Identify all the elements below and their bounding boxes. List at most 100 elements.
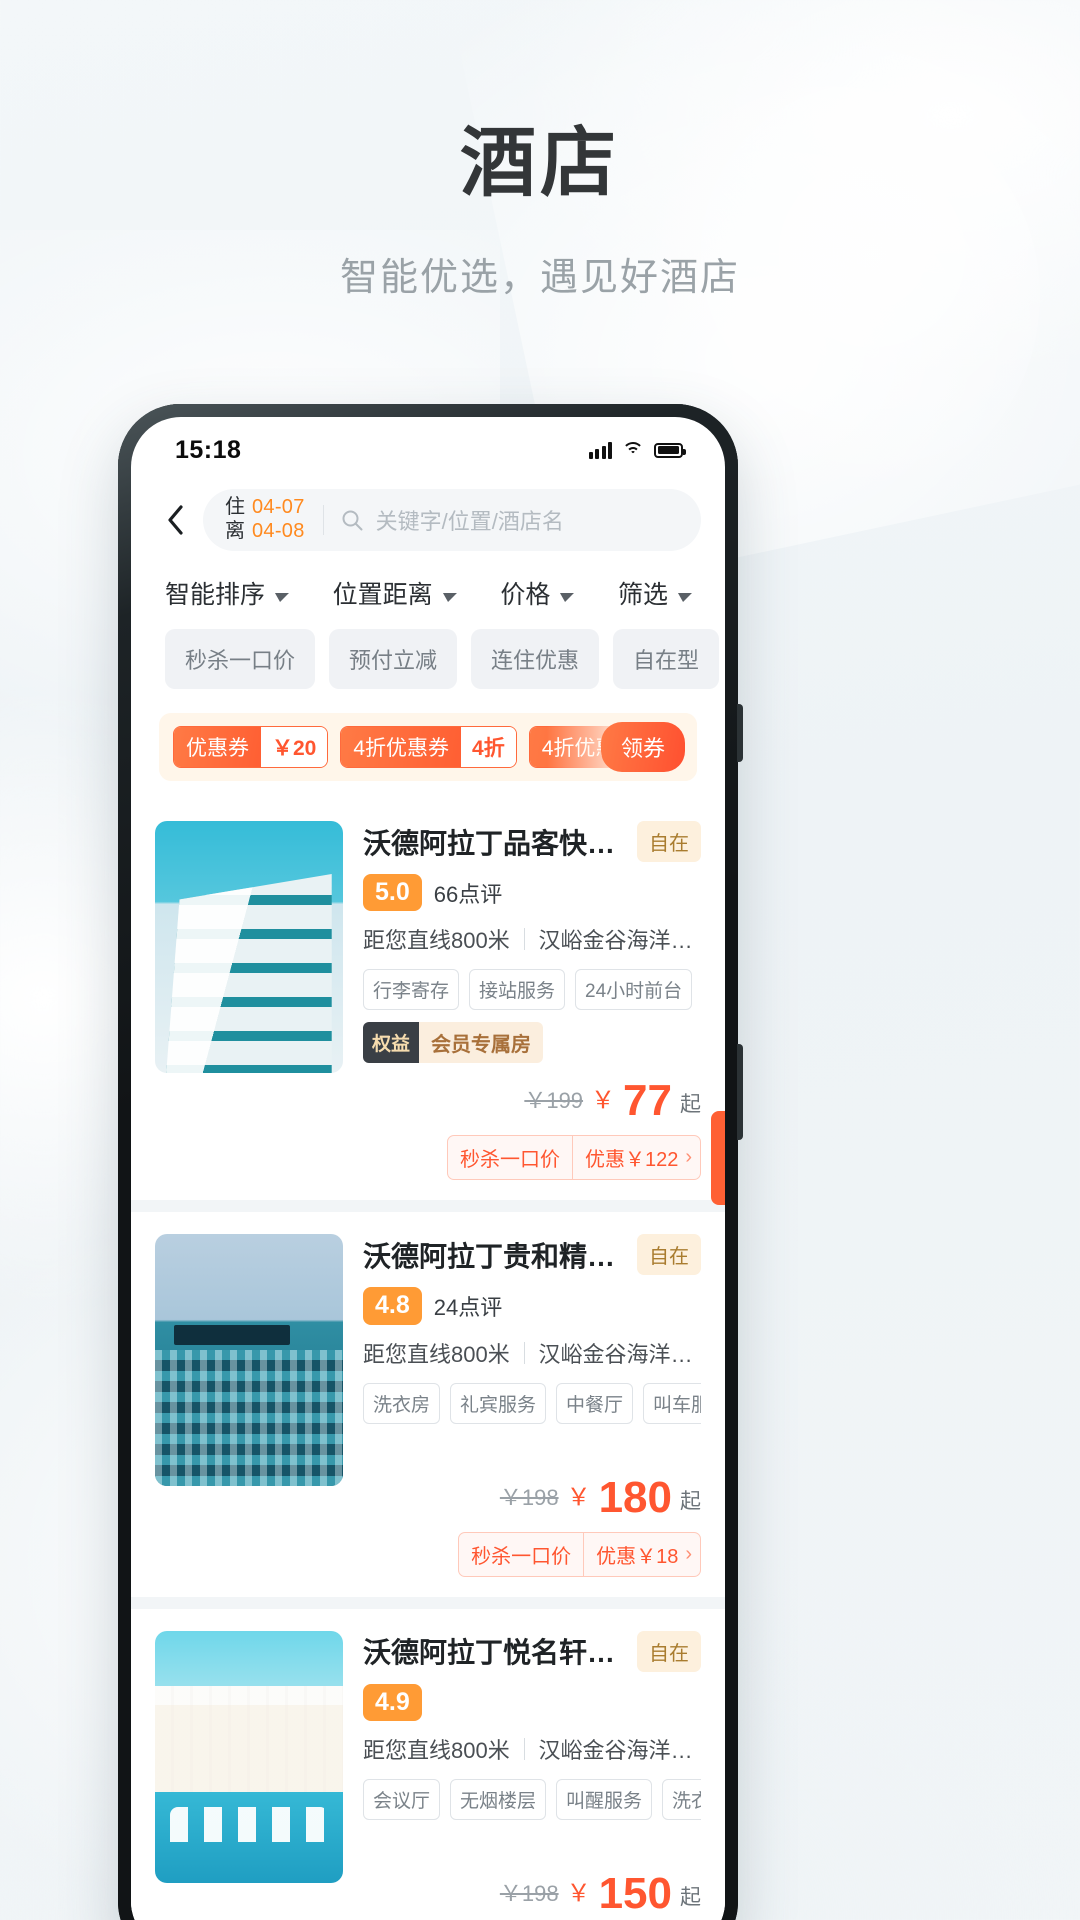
checkout-row: 离 04-08 bbox=[225, 520, 305, 544]
checkout-label: 离 bbox=[225, 520, 245, 542]
hotel-score-row: 4.8 24点评 bbox=[363, 1287, 701, 1325]
hotel-currency: ￥ bbox=[566, 1483, 591, 1511]
hotel-promo-row[interactable]: 秒杀一口价 优惠￥18 › bbox=[363, 1531, 701, 1577]
chevron-right-icon: › bbox=[685, 1542, 692, 1565]
hotel-score: 4.8 bbox=[363, 1287, 422, 1325]
hotel-perk-value: 会员专属房 bbox=[419, 1022, 544, 1064]
hotel-name[interactable]: 沃德阿拉丁品客快捷酒店 bbox=[363, 822, 625, 862]
signal-bars-icon bbox=[588, 441, 612, 459]
search-pill[interactable]: 住 04-07 离 04-08 关键字/位置/酒店名 bbox=[203, 489, 701, 551]
checkin-label: 住 bbox=[225, 496, 245, 519]
hotel-thumbnail[interactable] bbox=[155, 1630, 343, 1883]
hotel-name[interactable]: 沃德阿拉丁贵和精品酒店 bbox=[363, 1235, 625, 1275]
date-range-selector[interactable]: 住 04-07 离 04-08 bbox=[225, 496, 305, 543]
umbrella-row-decoration bbox=[170, 1806, 328, 1843]
filter-tab-price-label: 价格 bbox=[500, 581, 551, 609]
hotel-promo-row[interactable]: 秒杀一口价 优惠￥122 › bbox=[363, 1135, 701, 1181]
hotel-reviews: 66点评 bbox=[433, 881, 503, 907]
hotel-promo-left: 秒杀一口价 bbox=[471, 1545, 572, 1568]
distance-divider bbox=[523, 1737, 525, 1760]
hotel-card[interactable]: 沃德阿拉丁悦名轩酒店 自在 4.9 距您直线800米 汉峪金谷海洋大厦... 会… bbox=[131, 1608, 725, 1920]
filter-tab-filters-label: 筛选 bbox=[617, 581, 668, 609]
hotel-info: 沃德阿拉丁悦名轩酒店 自在 4.9 距您直线800米 汉峪金谷海洋大厦... 会… bbox=[363, 1630, 701, 1920]
quick-chip[interactable]: 秒杀一口价 bbox=[165, 629, 316, 689]
hotel-name[interactable]: 沃德阿拉丁悦名轩酒店 bbox=[363, 1631, 625, 1671]
hotel-old-price: ￥198 bbox=[499, 1484, 559, 1510]
hotel-name-row: 沃德阿拉丁品客快捷酒店 自在 bbox=[363, 821, 701, 862]
hotel-promo-left: 秒杀一口价 bbox=[459, 1149, 560, 1172]
hotel-list: 沃德阿拉丁品客快捷酒店 自在 5.0 66点评 距您直线800米 汉峪金谷海洋大… bbox=[131, 799, 725, 1920]
hotel-currency: ￥ bbox=[591, 1087, 616, 1115]
phone-mockup: 15:18 住 04-07 离 04-08 关键字/位置/酒店名 智能排序 位置… bbox=[118, 404, 743, 1920]
hotel-score: 5.0 bbox=[363, 874, 422, 912]
quick-chip[interactable]: 连住优惠 bbox=[471, 629, 600, 689]
chevron-right-icon: › bbox=[685, 1146, 692, 1169]
hotel-tag-row: 行李寄存 接站服务 24小时前台 自助入住机 bbox=[363, 969, 701, 1011]
hotel-card[interactable]: 沃德阿拉丁贵和精品酒店 自在 4.8 24点评 距您直线800米 汉峪金谷海洋大… bbox=[131, 1212, 725, 1597]
hotel-promo-box[interactable]: 秒杀一口价 优惠￥122 › bbox=[446, 1135, 701, 1181]
coupon-bar[interactable]: 优惠券 ￥20 4折优惠券 4折 4折优惠券 4折 领券 bbox=[159, 713, 697, 781]
coupon-item[interactable]: 优惠券 ￥20 bbox=[173, 726, 329, 768]
hotel-price: 77 bbox=[623, 1076, 672, 1126]
hotel-poi: 汉峪金谷海洋大厦... bbox=[538, 1737, 701, 1763]
filter-tab-location[interactable]: 位置距离 bbox=[333, 575, 457, 611]
checkin-date: 04-07 bbox=[252, 496, 305, 519]
hotel-tag: 无烟楼层 bbox=[450, 1778, 547, 1820]
back-chevron-icon[interactable] bbox=[153, 494, 197, 546]
hotel-distance: 距您直线800米 bbox=[363, 1341, 510, 1367]
hotel-poi: 汉峪金谷海洋大厦... bbox=[538, 1341, 701, 1367]
get-coupon-button[interactable]: 领券 bbox=[600, 722, 685, 772]
chevron-down-icon bbox=[676, 592, 692, 602]
hotel-card[interactable]: 沃德阿拉丁品客快捷酒店 自在 5.0 66点评 距您直线800米 汉峪金谷海洋大… bbox=[131, 799, 725, 1201]
hotel-badge: 自在 bbox=[637, 1630, 701, 1672]
hotel-perk-key: 权益 bbox=[363, 1022, 420, 1064]
hotel-distance-row: 距您直线800米 汉峪金谷海洋大厦... bbox=[363, 923, 701, 955]
hotel-info: 沃德阿拉丁品客快捷酒店 自在 5.0 66点评 距您直线800米 汉峪金谷海洋大… bbox=[363, 821, 701, 1181]
coupon-name: 优惠券 bbox=[174, 727, 261, 767]
hotel-promo-right: 优惠￥18 › bbox=[584, 1533, 700, 1576]
hotel-thumbnail[interactable] bbox=[155, 821, 343, 1073]
filter-tab-price[interactable]: 价格 bbox=[500, 575, 575, 611]
hotel-tag: 会议厅 bbox=[363, 1778, 441, 1820]
quick-filter-chip-row[interactable]: 秒杀一口价 预付立减 连住优惠 自在型 如意型 如 bbox=[131, 629, 725, 689]
distance-divider bbox=[523, 928, 525, 951]
hotel-badge: 自在 bbox=[637, 821, 701, 862]
hotel-name-row: 沃德阿拉丁贵和精品酒店 自在 bbox=[363, 1234, 701, 1276]
hotel-reviews: 24点评 bbox=[433, 1294, 503, 1320]
hotel-thumbnail[interactable] bbox=[155, 1234, 343, 1487]
hotel-promo-right-label: 优惠￥122 bbox=[584, 1149, 679, 1172]
chevron-down-icon bbox=[440, 592, 457, 602]
quick-chip[interactable]: 自在型 bbox=[613, 629, 720, 689]
hotel-badge: 自在 bbox=[637, 1234, 701, 1276]
hotel-promo-box[interactable]: 秒杀一口价 优惠￥18 › bbox=[458, 1531, 701, 1577]
hotel-tag: 叫车服务 bbox=[643, 1382, 701, 1424]
hotel-score-row: 5.0 66点评 bbox=[363, 874, 701, 912]
hotel-distance: 距您直线800米 bbox=[363, 1737, 510, 1763]
hotel-tag-row: 洗衣房 礼宾服务 中餐厅 叫车服务 bbox=[363, 1382, 701, 1424]
hotel-price-row: ￥199 ￥ 77 起 bbox=[363, 1079, 701, 1123]
hotel-info: 沃德阿拉丁贵和精品酒店 自在 4.8 24点评 距您直线800米 汉峪金谷海洋大… bbox=[363, 1234, 701, 1577]
building-sign bbox=[173, 1324, 291, 1346]
hotel-tag: 礼宾服务 bbox=[450, 1382, 547, 1424]
search-input[interactable]: 关键字/位置/酒店名 bbox=[376, 504, 564, 536]
hotel-promo-right-label: 优惠￥18 bbox=[596, 1545, 679, 1568]
hotel-tag: 洗衣房 bbox=[662, 1778, 701, 1820]
hotel-old-price: ￥198 bbox=[499, 1880, 559, 1906]
coupon-item[interactable]: 4折优惠券 4折 bbox=[340, 726, 517, 768]
filter-tab-sort[interactable]: 智能排序 bbox=[165, 575, 289, 611]
filter-tab-filters[interactable]: 筛选 bbox=[617, 575, 692, 611]
hotel-distance: 距您直线800米 bbox=[363, 928, 510, 954]
hotel-perk-row: 权益 会员专属房 bbox=[363, 1022, 544, 1064]
search-bar-row: 住 04-07 离 04-08 关键字/位置/酒店名 bbox=[131, 483, 725, 551]
quick-chip[interactable]: 预付立减 bbox=[329, 629, 458, 689]
hotel-poi: 汉峪金谷海洋大厦... bbox=[538, 928, 701, 954]
filter-tab-sort-label: 智能排序 bbox=[165, 581, 266, 609]
page-subtitle: 智能优选，遇见好酒店 bbox=[339, 257, 740, 299]
hotel-price-row: ￥198 ￥ 150 起 bbox=[363, 1871, 701, 1916]
hotel-price-row: ￥198 ￥ 180 起 bbox=[363, 1475, 701, 1520]
floating-edge-tab[interactable] bbox=[711, 1111, 725, 1205]
chevron-down-icon bbox=[273, 592, 289, 602]
hotel-price-suffix: 起 bbox=[680, 1093, 701, 1117]
coupon-name: 4折优惠券 bbox=[341, 727, 462, 767]
search-icon bbox=[340, 508, 364, 532]
